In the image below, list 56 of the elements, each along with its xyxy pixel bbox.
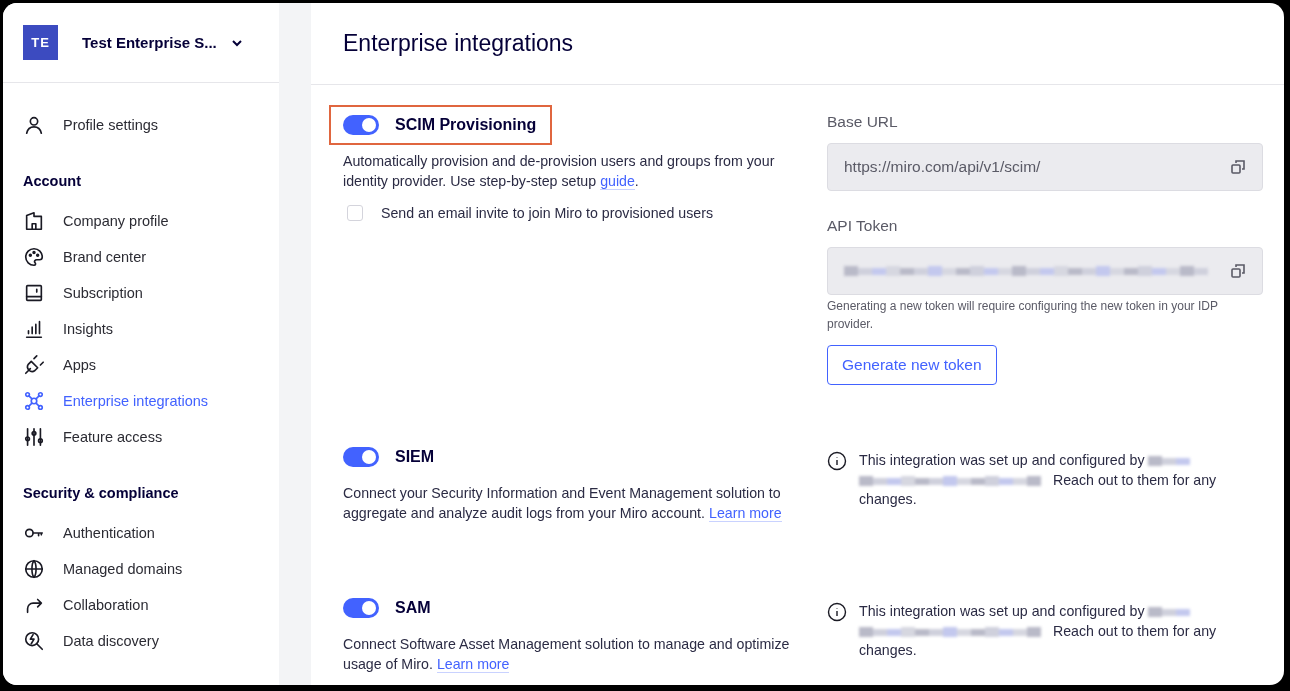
palette-icon <box>23 246 45 268</box>
read-only-field[interactable]: https://miro.com/api/v1/scim/ <box>827 143 1263 191</box>
sidebar-item[interactable]: Subscription <box>23 275 279 311</box>
field-label: Base URL <box>827 113 899 131</box>
sidebar-item[interactable]: Managed domains <box>23 551 279 587</box>
info-icon <box>827 451 847 471</box>
toggle-switch[interactable] <box>343 115 379 135</box>
read-only-field[interactable] <box>827 247 1263 295</box>
copy-icon[interactable] <box>1230 263 1246 279</box>
integration-name: SIEM <box>395 448 435 466</box>
integration-name: SCIM Provisioning <box>395 116 537 134</box>
help-link[interactable]: guide <box>600 173 635 190</box>
page-title: Enterprise integrations <box>343 30 574 57</box>
sidebar-item[interactable]: Collaboration <box>23 587 279 623</box>
workspace-switcher[interactable]: Test Enterprise S... <box>82 34 243 51</box>
plug-icon <box>23 354 45 376</box>
building-icon <box>23 210 45 232</box>
sidebar-item[interactable]: Apps <box>23 347 279 383</box>
checkbox[interactable] <box>347 205 363 221</box>
help-link[interactable]: Learn more <box>709 505 782 522</box>
integration-description: Automatically provision and de-provision users and groups from your identity provider. Use step-by-step setup guide. <box>343 152 776 191</box>
section-heading: Security & compliance <box>23 485 180 501</box>
integration-description: Connect your Security Information and Event Management solution to aggregate and analyze audit logs from your Miro account. Learn more <box>343 484 783 523</box>
network-icon <box>23 390 45 412</box>
generate-token-button[interactable]: Generate new token <box>827 345 997 385</box>
sidebar-item[interactable]: Brand center <box>23 239 279 275</box>
redacted-block <box>1148 606 1191 619</box>
toggle-switch[interactable] <box>343 447 379 467</box>
sidebar-item[interactable]: Company profile <box>23 203 279 239</box>
sidebar-item[interactable]: Insights <box>23 311 279 347</box>
search-bolt-icon <box>23 630 45 652</box>
info-note: This integration was set up and configured by Reach out to them for any changes. <box>859 451 1218 509</box>
sidebar-item[interactable]: Profile settings <box>23 107 279 143</box>
sidebar-item[interactable]: Enterprise integrations <box>23 383 279 419</box>
bar-chart-icon <box>23 318 45 340</box>
workspace-avatar: TE <box>23 25 58 60</box>
sidebar-item[interactable]: Feature access <box>23 419 279 455</box>
sliders-icon <box>23 426 45 448</box>
copy-icon[interactable] <box>1230 159 1246 175</box>
redacted-block <box>1148 455 1191 468</box>
person-icon <box>23 114 45 136</box>
field-hint: Generating a new token will require configuring the new token in your IDP provider. <box>827 298 1219 333</box>
info-icon <box>827 602 847 622</box>
card-icon <box>23 282 45 304</box>
field-label: API Token <box>827 217 899 235</box>
sidebar-item[interactable]: Authentication <box>23 515 279 551</box>
sidebar-item[interactable]: Data discovery <box>23 623 279 659</box>
section-heading: Account <box>23 173 82 189</box>
integration-description: Connect Software Asset Management solution to manage and optimize usage of Miro. Learn more <box>343 635 791 674</box>
toggle-switch[interactable] <box>343 598 379 618</box>
globe-icon <box>23 558 45 580</box>
integration-name: SAM <box>395 599 431 617</box>
checkbox-label: Send an email invite to join Miro to provisioned users <box>381 205 713 221</box>
chevron-down-icon <box>230 38 243 47</box>
info-note: This integration was set up and configured by Reach out to them for any changes. <box>859 602 1218 660</box>
help-link[interactable]: Learn more <box>436 656 510 673</box>
